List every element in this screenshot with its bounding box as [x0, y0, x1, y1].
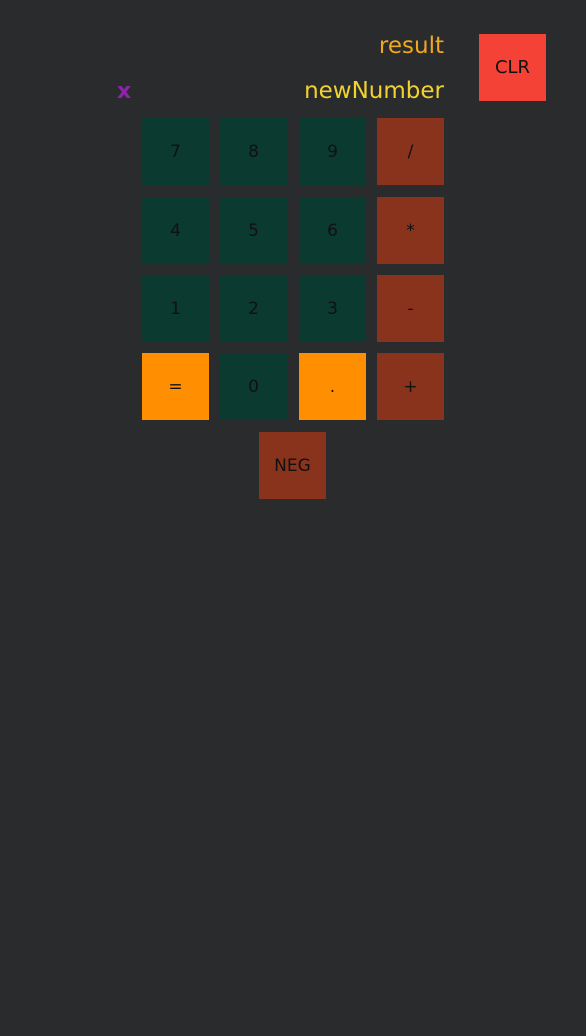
- digit-7-button[interactable]: 7: [142, 118, 209, 185]
- decimal-point-button[interactable]: .: [299, 353, 366, 420]
- digit-5-button[interactable]: 5: [220, 197, 287, 264]
- new-number-display: newNumber: [304, 78, 444, 104]
- digit-1-button[interactable]: 1: [142, 275, 209, 342]
- multiply-button[interactable]: *: [377, 197, 444, 264]
- digit-3-button[interactable]: 3: [299, 275, 366, 342]
- equals-button[interactable]: =: [142, 353, 209, 420]
- plus-button[interactable]: +: [377, 353, 444, 420]
- operation-display: x: [117, 79, 132, 104]
- digit-2-button[interactable]: 2: [220, 275, 287, 342]
- negate-button[interactable]: NEG: [259, 432, 326, 499]
- divide-button[interactable]: /: [377, 118, 444, 185]
- digit-4-button[interactable]: 4: [142, 197, 209, 264]
- digit-8-button[interactable]: 8: [220, 118, 287, 185]
- clear-button[interactable]: CLR: [479, 34, 546, 101]
- digit-6-button[interactable]: 6: [299, 197, 366, 264]
- result-display: result: [378, 33, 444, 59]
- minus-button[interactable]: -: [377, 275, 444, 342]
- digit-9-button[interactable]: 9: [299, 118, 366, 185]
- digit-0-button[interactable]: 0: [220, 353, 287, 420]
